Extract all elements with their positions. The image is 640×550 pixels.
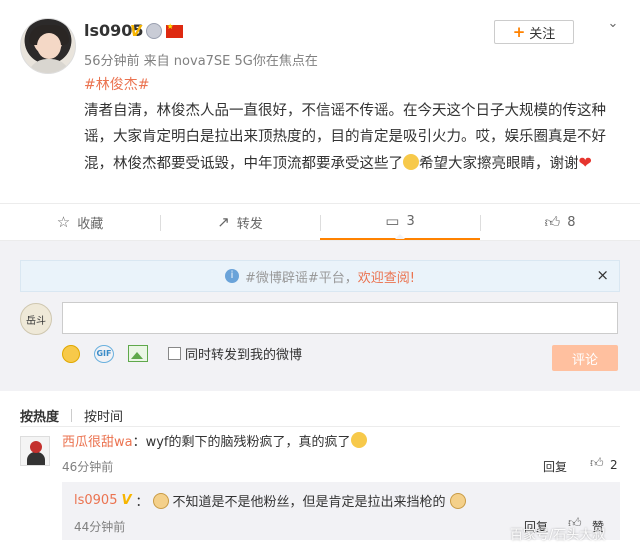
repost-button[interactable]: ↗ 转发 — [160, 204, 320, 240]
topic-hashtag[interactable]: #林俊杰# — [84, 74, 149, 94]
follow-button[interactable]: + 关注 — [494, 20, 574, 44]
comment-line: 西瓜很甜wa：wyf的剩下的脑残粉疯了，真的疯了 — [62, 431, 367, 450]
repost-icon: ↗ — [217, 213, 230, 231]
reply-time: 44分钟前 — [74, 520, 126, 534]
tearful-laugh-emoji-icon — [350, 432, 367, 448]
doge-emoji-icon — [449, 492, 466, 509]
reply-author-name[interactable]: ls0905 — [74, 493, 117, 508]
comment-icon: ▭ — [385, 212, 400, 230]
sort-divider-line — [20, 426, 620, 427]
china-flag-icon — [165, 22, 183, 38]
gif-icon[interactable]: GIF — [94, 344, 114, 363]
composer-tools: GIF 同时转发到我的微博 — [62, 344, 302, 363]
star-outline-icon: ☆ — [56, 213, 71, 231]
member-crown-icon — [145, 23, 162, 39]
image-upload-icon[interactable] — [128, 345, 148, 362]
comment-button[interactable]: ▭ 3 — [320, 204, 480, 240]
doge-emoji-icon — [152, 492, 169, 509]
submit-comment-button[interactable]: 评论 — [552, 345, 618, 371]
avatar-body — [27, 452, 45, 465]
active-tab-arrow — [395, 234, 405, 239]
close-icon[interactable]: × — [596, 266, 609, 284]
sort-by-time[interactable]: 按时间 — [84, 406, 123, 425]
sort-by-hot[interactable]: 按热度 — [20, 406, 59, 425]
comment-count: 3 — [406, 213, 415, 229]
avatar-face — [37, 33, 61, 59]
verified-v-icon: V — [130, 22, 142, 40]
like-count: 8 — [567, 214, 576, 230]
emoji-picker-icon[interactable] — [62, 344, 80, 363]
reply-line: ls0905 V ： 不知道是不是他粉丝，但是肯定是拉出来挡枪的 — [74, 491, 466, 510]
avatar-shirt — [27, 59, 71, 73]
repost-checkbox-label: 同时转发到我的微博 — [185, 348, 303, 363]
author-badges: V — [130, 22, 183, 40]
comment-text: ：wyf的剩下的脑残粉疯了，真的疯了 — [132, 435, 351, 450]
reply-text: 不知道是不是他粉丝，但是肯定是拉出来挡枪的 — [172, 495, 446, 510]
weibo-post: ls0905 V 56分钟前 来自 nova7SE 5G你在焦点在 + 关注 ⌄… — [0, 0, 640, 203]
like-button[interactable]: 👍︎ 8 — [480, 204, 640, 240]
reply-button[interactable]: 回复 — [543, 458, 567, 475]
repost-checkbox[interactable] — [168, 347, 181, 360]
plus-icon: + — [512, 23, 526, 41]
watermark: 百家号/石头大叔 — [510, 528, 606, 543]
post-content: 清者自清，林俊杰人品一直很好，不信谣不传谣。在今天这个日子大规模的传这种谣，大家… — [84, 98, 620, 177]
comment-like-count: 2 — [610, 458, 618, 472]
notice-topic[interactable]: #微博辟谣#平台， — [245, 267, 358, 286]
post-text-tail: 希望大家擦亮眼睛，谢谢 — [419, 156, 579, 172]
tearful-laugh-emoji-icon — [403, 154, 419, 170]
sort-divider — [71, 409, 73, 422]
post-action-bar: ☆ 收藏 ↗ 转发 ▭ 3 👍︎ 8 — [0, 203, 640, 241]
post-meta: 56分钟前 来自 nova7SE 5G你在焦点在 — [84, 54, 318, 69]
follow-label: 关注 — [529, 26, 556, 42]
rumor-notice-bar: i #微博辟谣#平台， 欢迎查阅! × — [20, 260, 620, 292]
commenter-name[interactable]: 西瓜很甜wa — [62, 435, 133, 450]
repost-checkbox-row[interactable]: 同时转发到我的微博 — [168, 344, 302, 363]
favorite-label: 收藏 — [77, 216, 104, 232]
reply-colon: ： — [135, 495, 149, 510]
current-user-avatar[interactable]: 岳斗 — [20, 303, 52, 335]
repost-label: 转发 — [236, 216, 263, 232]
notice-link[interactable]: 欢迎查阅! — [358, 267, 415, 286]
thumbs-up-icon: 👍︎ — [544, 212, 561, 231]
comment-sort-bar: 按热度 按时间 — [20, 406, 123, 425]
avatar-head — [30, 441, 42, 453]
heart-icon: ❤ — [578, 153, 592, 172]
favorite-button[interactable]: ☆ 收藏 — [0, 204, 160, 240]
info-icon: i — [224, 269, 239, 283]
verified-v-icon: V — [121, 493, 132, 508]
comment-time: 46分钟前 — [62, 460, 114, 474]
chevron-down-icon[interactable]: ⌄ — [603, 16, 623, 36]
comment-input[interactable] — [62, 302, 618, 334]
thumbs-up-icon[interactable]: 👍︎ — [590, 456, 604, 471]
author-avatar[interactable] — [20, 18, 76, 74]
comment-panel: i #微博辟谣#平台， 欢迎查阅! × 岳斗 GIF 同时转发到我的微博 评论 — [0, 241, 640, 391]
commenter-avatar[interactable] — [20, 436, 50, 466]
